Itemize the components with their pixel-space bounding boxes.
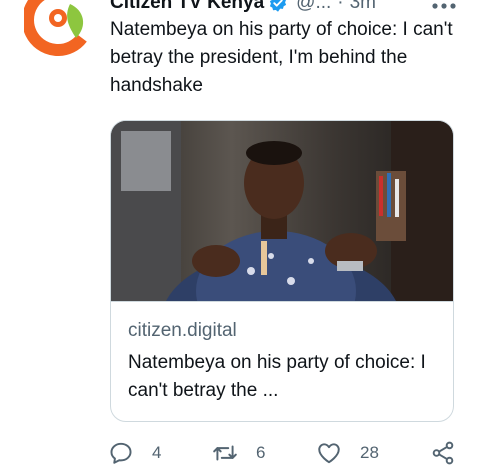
reply-count: 4 xyxy=(152,443,162,462)
timestamp[interactable]: 3m xyxy=(350,0,376,15)
tweet-header: Citizen TV Kenya @... · 3m xyxy=(110,0,376,15)
heart-icon xyxy=(318,443,340,464)
citizen-tv-logo-icon xyxy=(22,0,87,56)
separator: · xyxy=(337,0,344,13)
avatar[interactable] xyxy=(22,0,92,56)
tweet-actions: 4 6 28 xyxy=(108,438,468,468)
article-photo xyxy=(111,121,453,301)
more-horizontal-icon xyxy=(432,3,456,9)
card-domain: citizen.digital xyxy=(128,320,237,341)
reply-button[interactable]: 4 xyxy=(108,438,161,468)
tweet-text: Natembeya on his party of choice: I can'… xyxy=(110,19,453,96)
reply-icon xyxy=(110,442,132,464)
retweet-button[interactable]: 6 xyxy=(212,438,265,468)
card-body[interactable]: citizen.digital Natembeya on his party o… xyxy=(111,301,453,421)
display-name[interactable]: Citizen TV Kenya xyxy=(110,0,264,15)
handle[interactable]: @... xyxy=(296,0,331,15)
retweet-icon xyxy=(213,445,237,461)
card-title: Natembeya on his party of choice: I can'… xyxy=(128,352,426,401)
share-button[interactable] xyxy=(430,438,456,468)
more-options-button[interactable] xyxy=(432,0,456,10)
share-icon xyxy=(432,441,454,465)
like-button[interactable]: 28 xyxy=(316,438,379,468)
retweet-count: 6 xyxy=(256,443,266,462)
verified-badge-icon xyxy=(270,0,287,12)
link-card[interactable]: citizen.digital Natembeya on his party o… xyxy=(110,120,454,422)
like-count: 28 xyxy=(360,443,379,462)
